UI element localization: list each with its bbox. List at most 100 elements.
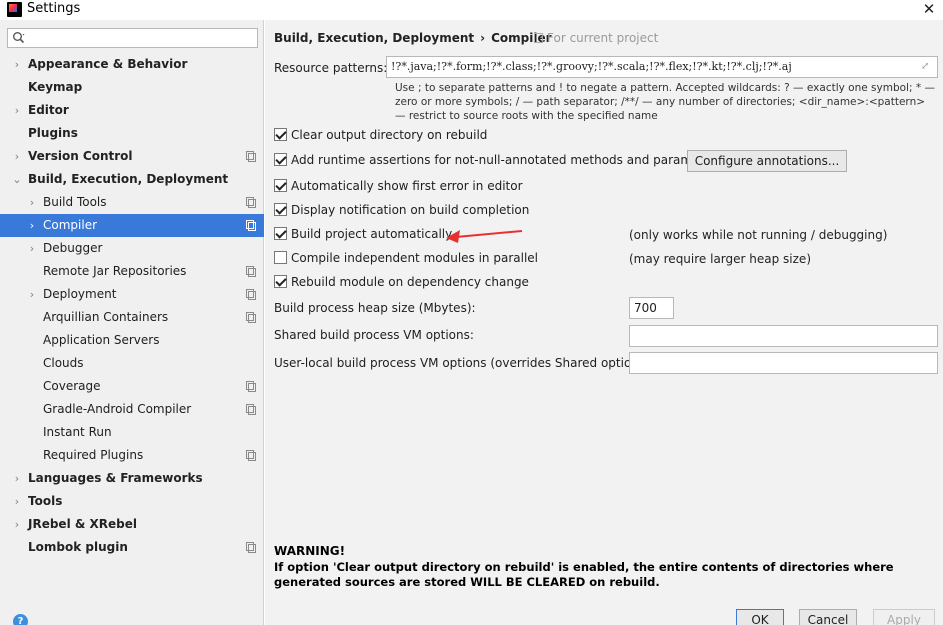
compiler-settings-panel: Build, Execution, Deployment › Compiler Fo… — [265, 20, 943, 625]
sidebar-item-label: Keymap — [28, 80, 83, 94]
project-scope-icon — [246, 220, 256, 231]
resource-patterns-hint: Use ; to separate patterns and ! to nega… — [395, 82, 935, 122]
window-title: Settings — [27, 1, 81, 16]
chevron-right-icon[interactable]: › — [27, 237, 37, 260]
sidebar-item-label: Tools — [28, 494, 63, 508]
sidebar-item-languages-frameworks[interactable]: › Languages & Frameworks — [0, 467, 264, 490]
configure-annotations-button[interactable]: Configure annotations... — [687, 150, 847, 172]
settings-tree: › Appearance & Behavior Keymap › Editor Plugi… — [0, 53, 264, 559]
sidebar-item-coverage[interactable]: Coverage — [0, 375, 264, 398]
option-label: Clear output directory on rebuild — [291, 128, 488, 142]
sidebar-item-gradle-android-compiler[interactable]: Gradle-Android Compiler — [0, 398, 264, 421]
checkbox[interactable] — [274, 203, 287, 216]
checkbox[interactable] — [274, 227, 287, 240]
sidebar-item-jrebel-xrebel[interactable]: › JRebel & XRebel — [0, 513, 264, 536]
chevron-down-icon[interactable]: ⌄ — [12, 168, 22, 191]
checkbox[interactable] — [274, 128, 287, 141]
user-vm-options-input[interactable] — [629, 352, 938, 374]
chevron-right-icon[interactable]: › — [27, 191, 37, 214]
checkbox[interactable] — [274, 153, 287, 166]
sidebar-item-label: Application Servers — [43, 333, 160, 347]
ok-button[interactable]: OK — [736, 609, 784, 625]
sidebar-item-required-plugins[interactable]: Required Plugins — [0, 444, 264, 467]
sidebar-item-label: Compiler — [43, 218, 98, 232]
project-scope-icon — [246, 289, 256, 300]
option-label: Rebuild module on dependency change — [291, 275, 529, 289]
settings-sidebar: › Appearance & Behavior Keymap › Editor Plugi… — [0, 20, 264, 625]
sidebar-item-label: Gradle-Android Compiler — [43, 402, 192, 416]
heap-size-label: Build process heap size (Mbytes): — [274, 301, 476, 315]
option-rebuild-module-on-dependency-change[interactable]: Rebuild module on dependency change — [274, 273, 529, 291]
breadcrumb-parent: Build, Execution, Deployment — [274, 31, 475, 45]
option-build-project-automatically[interactable]: Build project automatically — [274, 225, 452, 243]
chevron-right-icon[interactable]: › — [12, 513, 22, 536]
sidebar-item-lombok-plugin[interactable]: Lombok plugin — [0, 536, 264, 559]
apply-button[interactable]: Apply — [873, 609, 935, 625]
project-scope-icon — [246, 404, 256, 415]
chevron-right-icon[interactable]: › — [12, 490, 22, 513]
sidebar-item-arquillian-containers[interactable]: Arquillian Containers — [0, 306, 264, 329]
sidebar-item-label: Lombok plugin — [28, 540, 128, 554]
sidebar-item-label: Required Plugins — [43, 448, 144, 462]
sidebar-item-clouds[interactable]: Clouds — [0, 352, 264, 375]
chevron-right-icon[interactable]: › — [12, 53, 22, 76]
resource-patterns-value: !?*.java;!?*.form;!?*.class;!?*.groovy;!… — [391, 60, 792, 73]
sidebar-item-instant-run[interactable]: Instant Run — [0, 421, 264, 444]
title-bar: Settings ✕ — [0, 0, 943, 20]
search-input[interactable] — [7, 28, 258, 48]
resource-patterns-input[interactable]: !?*.java;!?*.form;!?*.class;!?*.groovy;!… — [386, 56, 938, 78]
sidebar-item-label: Build Tools — [43, 195, 107, 209]
option-compile-independent-modules-in-parallel[interactable]: Compile independent modules in parallel — [274, 249, 538, 267]
project-scope-icon — [246, 312, 256, 323]
sidebar-item-editor[interactable]: › Editor — [0, 99, 264, 122]
option-clear-output-directory-on-rebuild[interactable]: Clear output directory on rebuild — [274, 126, 487, 144]
warning-text: If option 'Clear output directory on reb… — [274, 560, 894, 589]
sidebar-item-label: Arquillian Containers — [43, 310, 169, 324]
sidebar-item-application-servers[interactable]: Application Servers — [0, 329, 264, 352]
sidebar-item-version-control[interactable]: › Version Control — [0, 145, 264, 168]
shared-vm-options-input[interactable] — [629, 325, 938, 347]
sidebar-item-remote-jar-repositories[interactable]: Remote Jar Repositories — [0, 260, 264, 283]
checkbox[interactable] — [274, 179, 287, 192]
sidebar-item-compiler[interactable]: › Compiler — [0, 214, 264, 237]
option-display-notification-on-build-completion[interactable]: Display notification on build completion — [274, 201, 529, 219]
sidebar-item-tools[interactable]: › Tools — [0, 490, 264, 513]
chevron-right-icon[interactable]: › — [27, 283, 37, 306]
breadcrumb-separator: › — [480, 31, 486, 45]
sidebar-item-label: Plugins — [28, 126, 78, 140]
sidebar-item-build-tools[interactable]: › Build Tools — [0, 191, 264, 214]
chevron-right-icon[interactable]: › — [27, 214, 37, 237]
expand-icon[interactable]: ⤢ — [921, 61, 933, 73]
chevron-right-icon[interactable]: › — [12, 145, 22, 168]
sidebar-item-debugger[interactable]: › Debugger — [0, 237, 264, 260]
sidebar-item-label: Version Control — [28, 149, 133, 163]
chevron-right-icon[interactable]: › — [12, 467, 22, 490]
option-add-runtime-assertions-for-not-null-annotated-methods-and-parameters[interactable]: Add runtime assertions for not-null-anno… — [274, 151, 723, 169]
help-icon[interactable]: ? — [13, 614, 28, 625]
option-automatically-show-first-error-in-editor[interactable]: Automatically show first error in editor — [274, 177, 523, 195]
sidebar-item-plugins[interactable]: Plugins — [0, 122, 264, 145]
option-note: (may require larger heap size) — [629, 252, 811, 266]
sidebar-item-keymap[interactable]: Keymap — [0, 76, 264, 99]
option-label: Compile independent modules in parallel — [291, 251, 538, 265]
sidebar-item-label: Deployment — [43, 287, 117, 301]
sidebar-item-build-execution-deployment[interactable]: ⌄ Build, Execution, Deployment — [0, 168, 264, 191]
checkbox[interactable] — [274, 251, 287, 264]
checkbox[interactable] — [274, 275, 287, 288]
project-scope-icon — [246, 381, 256, 392]
resource-patterns-label: Resource patterns: — [274, 61, 388, 75]
sidebar-item-appearance-behavior[interactable]: › Appearance & Behavior — [0, 53, 264, 76]
close-icon[interactable]: ✕ — [921, 0, 937, 18]
sidebar-item-label: Build, Execution, Deployment — [28, 172, 229, 186]
option-label: Automatically show first error in editor — [291, 179, 523, 193]
project-scope-icon — [246, 151, 256, 162]
heap-size-input[interactable]: 700 — [629, 297, 674, 319]
option-note: (only works while not running / debuggin… — [629, 228, 888, 242]
sidebar-item-label: Editor — [28, 103, 69, 117]
user-vm-options-label: User-local build process VM options (ove… — [274, 356, 654, 370]
project-scope-icon — [246, 450, 256, 461]
cancel-button[interactable]: Cancel — [799, 609, 857, 625]
sidebar-item-deployment[interactable]: › Deployment — [0, 283, 264, 306]
chevron-right-icon[interactable]: › — [12, 99, 22, 122]
search-icon — [13, 32, 25, 44]
